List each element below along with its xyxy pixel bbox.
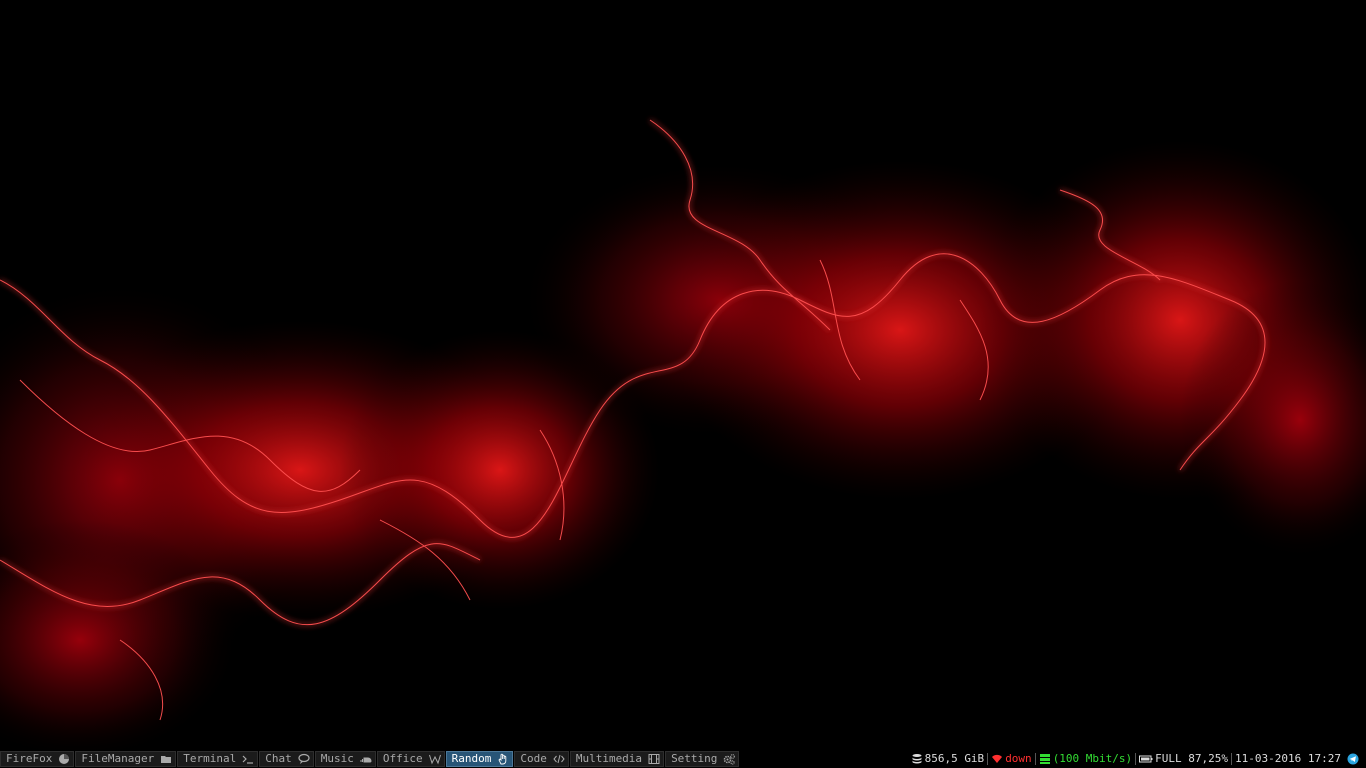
workspace-label: Multimedia — [575, 752, 643, 765]
firefox-icon — [58, 753, 70, 765]
folder-icon — [160, 753, 172, 765]
workspace-firefox[interactable]: FireFox — [0, 751, 75, 767]
workspace-label: Chat — [265, 752, 292, 765]
disk-usage-value: 856,5 GiB — [924, 752, 985, 765]
clock: 11-03-2016 17:27 — [1232, 751, 1344, 767]
battery-icon — [1139, 753, 1153, 765]
cogs-icon — [723, 753, 736, 765]
red-flame-wallpaper — [0, 0, 1366, 750]
datetime-value: 11-03-2016 17:27 — [1235, 752, 1341, 765]
workspace-music[interactable]: Music — [314, 751, 376, 767]
workspace-terminal[interactable]: Terminal — [177, 751, 259, 767]
workspace-random[interactable]: Random — [445, 751, 514, 767]
status-blocks: 856,5 GiB down (100 Mbit/s) FULL 87,25% … — [908, 751, 1364, 767]
battery-value: FULL 87,25% — [1155, 752, 1229, 765]
workspace-label: Setting — [671, 752, 718, 765]
terminal-icon — [242, 753, 254, 765]
workspace-setting[interactable]: Setting — [665, 751, 740, 767]
wifi-status: down — [988, 751, 1035, 767]
ethernet-icon — [1039, 753, 1051, 765]
workspace-label: Random — [451, 752, 492, 765]
workspace-label: Office — [382, 752, 423, 765]
battery-status: FULL 87,25% — [1136, 751, 1231, 767]
code-icon — [553, 753, 565, 765]
database-icon — [911, 753, 923, 765]
disk-usage: 856,5 GiB — [908, 751, 988, 767]
workspace-label: Terminal — [183, 752, 237, 765]
workspace-label: Music — [320, 752, 354, 765]
workspace-switcher: FireFox FileManager Terminal Chat Music — [0, 751, 740, 767]
workspace-label: Code — [520, 752, 547, 765]
wifi-icon — [991, 753, 1003, 765]
film-icon — [648, 753, 660, 765]
workspace-label: FileManager — [81, 752, 155, 765]
chat-bubble-icon — [298, 753, 310, 765]
workspace-chat[interactable]: Chat — [259, 751, 314, 767]
soundcloud-icon — [360, 753, 372, 765]
workspace-code[interactable]: Code — [514, 751, 569, 767]
desktop[interactable] — [0, 0, 1366, 750]
hand-pointer-icon — [497, 753, 509, 765]
workspace-label: FireFox — [6, 752, 53, 765]
wikipedia-w-icon — [428, 753, 441, 765]
wifi-status-value: down — [1005, 752, 1032, 765]
telegram-icon[interactable] — [1347, 753, 1359, 765]
workspace-multimedia[interactable]: Multimedia — [569, 751, 665, 767]
system-tray — [1344, 753, 1364, 765]
workspace-office[interactable]: Office — [376, 751, 445, 767]
ethernet-status: (100 Mbit/s) — [1036, 751, 1135, 767]
ethernet-speed-value: (100 Mbit/s) — [1052, 752, 1133, 765]
workspace-filemanager[interactable]: FileManager — [75, 751, 177, 767]
status-bar: FireFox FileManager Terminal Chat Music — [0, 750, 1366, 768]
